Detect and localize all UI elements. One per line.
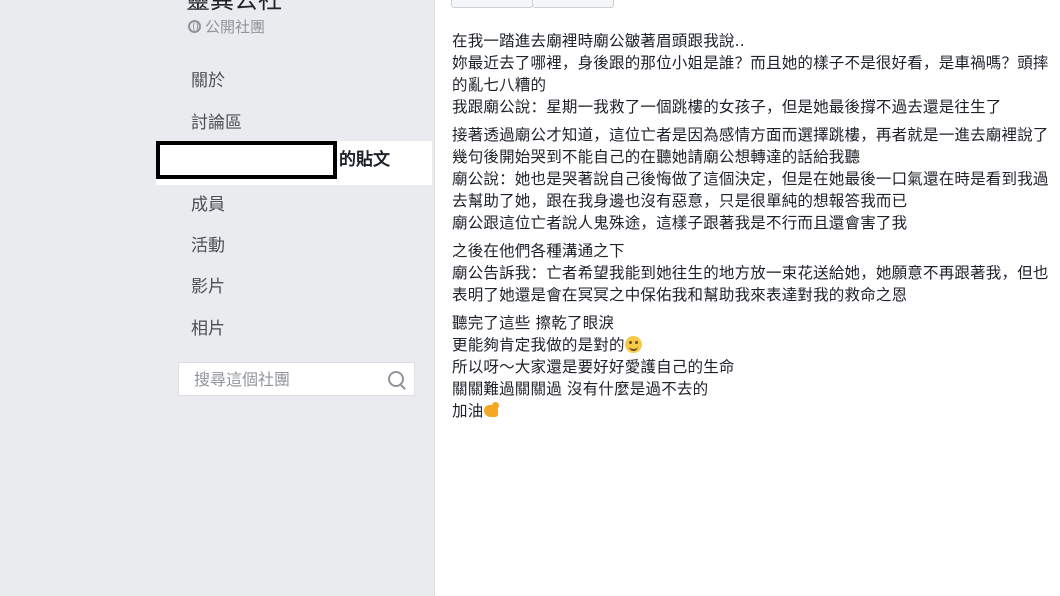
post-line: 在我一踏進去廟裡時廟公皺著眉頭跟我說.. bbox=[452, 32, 745, 50]
post-paragraph: 聽完了這些 擦乾了眼淚 更能夠肯定我做的是對的 所以呀～大家還是要好好愛護自己的… bbox=[452, 312, 1057, 422]
sidebar-item-videos[interactable]: 影片 bbox=[191, 272, 225, 297]
post-paragraph: 在我一踏進去廟裡時廟公皺著眉頭跟我說.. 妳最近去了哪裡，身後跟的那位小姐是誰？… bbox=[452, 30, 1057, 118]
privacy-text: 公開社團 bbox=[205, 18, 266, 36]
post-line: 更能夠肯定我做的是對的 bbox=[452, 334, 1057, 356]
sidebar-item-discussion[interactable]: 討論區 bbox=[191, 108, 242, 133]
post-line: 廟公說：她也是哭著說自己後悔做了這個決定，但是在她最後一口氣還在時是看到我過去幫… bbox=[452, 170, 1049, 210]
group-search bbox=[178, 362, 415, 396]
post-card: 在我一踏進去廟裡時廟公皺著眉頭跟我說.. 妳最近去了哪裡，身後跟的那位小姐是誰？… bbox=[434, 0, 1060, 596]
sidebar-item-posts[interactable]: 的貼文 bbox=[156, 141, 432, 185]
flexed-biceps-icon bbox=[483, 402, 500, 419]
post-line: 廟公告訴我：亡者希望我能到她往生的地方放一束花送給她，她願意不再跟著我，但也表明… bbox=[452, 264, 1049, 304]
sidebar-item-events[interactable]: 活動 bbox=[191, 231, 225, 256]
sidebar-item-members[interactable]: 成員 bbox=[191, 190, 225, 215]
globe-icon bbox=[188, 20, 201, 33]
search-icon[interactable] bbox=[388, 371, 404, 387]
search-input[interactable] bbox=[192, 368, 386, 390]
post-action-tabs bbox=[451, 0, 614, 8]
post-paragraph: 之後在他們各種溝通之下 廟公告訴我：亡者希望我能到她往生的地方放一束花送給她，她… bbox=[452, 240, 1057, 306]
group-title[interactable]: 靈異公社 bbox=[186, 0, 282, 15]
post-line: 聽完了這些 擦乾了眼淚 bbox=[452, 314, 615, 332]
post-body: 在我一踏進去廟裡時廟公皺著眉頭跟我說.. 妳最近去了哪裡，身後跟的那位小姐是誰？… bbox=[452, 30, 1057, 428]
post-paragraph: 接著透過廟公才知道，這位亡者是因為感情方面而選擇跳樓，再者就是一進去廟裡說了幾句… bbox=[452, 124, 1057, 234]
post-line: 廟公跟這位亡者說人鬼殊途，這樣子跟著我是不行而且還會害了我 bbox=[452, 214, 908, 232]
post-line: 妳最近去了哪裡，身後跟的那位小姐是誰？而且她的樣子不是很好看，是車禍嗎？頭摔的亂… bbox=[452, 54, 1049, 94]
post-line: 加油 bbox=[452, 400, 1057, 422]
sidebar-item-photos[interactable]: 相片 bbox=[191, 314, 225, 339]
left-navigation: 靈異公社 公開社團 關於 討論區 的貼文 成員 活動 影片 相片 bbox=[0, 0, 432, 596]
sidebar-item-label: 的貼文 bbox=[339, 150, 390, 170]
post-line: 之後在他們各種溝通之下 bbox=[452, 242, 625, 260]
post-tab[interactable] bbox=[451, 0, 533, 8]
post-line-text: 加油 bbox=[452, 402, 484, 420]
sidebar-item-about[interactable]: 關於 bbox=[191, 66, 225, 91]
post-line: 我跟廟公說：星期一我救了一個跳樓的女孩子，但是她最後撐不過去還是往生了 bbox=[452, 98, 1002, 116]
post-line: 關關難過關關過 沒有什麼是過不去的 bbox=[452, 380, 709, 398]
privacy-label: 公開社團 bbox=[188, 16, 265, 37]
post-line: 接著透過廟公才知道，這位亡者是因為感情方面而選擇跳樓，再者就是一進去廟裡說了幾句… bbox=[452, 126, 1049, 166]
redacted-username bbox=[156, 141, 337, 179]
post-line: 所以呀～大家還是要好好愛護自己的生命 bbox=[452, 358, 735, 376]
post-line-text: 更能夠肯定我做的是對的 bbox=[452, 336, 625, 354]
smiling-face-icon bbox=[624, 336, 642, 353]
post-tab[interactable] bbox=[532, 0, 614, 8]
